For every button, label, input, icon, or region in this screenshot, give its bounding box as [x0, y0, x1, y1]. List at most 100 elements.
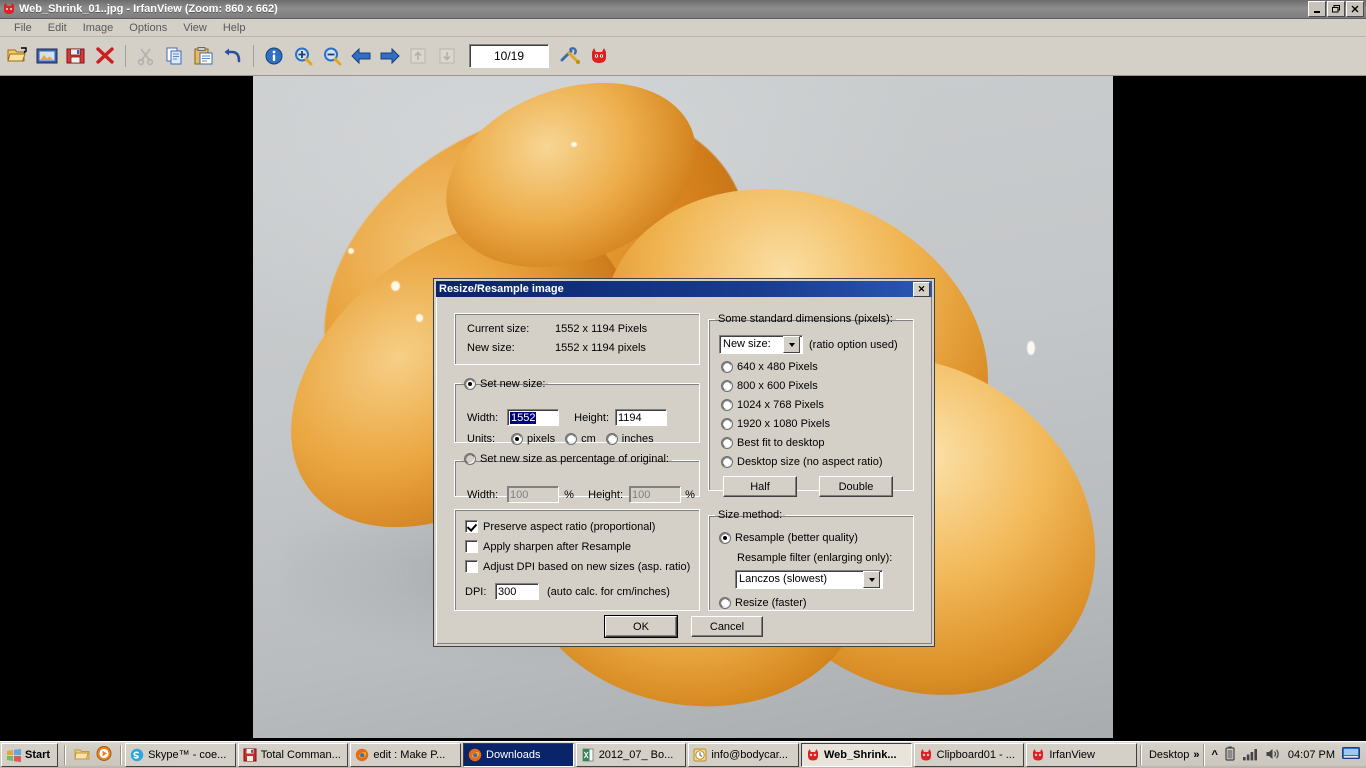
copy-icon[interactable] [161, 42, 189, 70]
paste-icon[interactable] [190, 42, 218, 70]
menu-item-help[interactable]: Help [215, 21, 254, 35]
task-button-info-bodycar[interactable]: info@bodycar... [688, 743, 799, 767]
width-input[interactable]: 1552 [507, 409, 559, 426]
dialog-close-button[interactable]: ✕ [913, 281, 930, 297]
task-button-irfanview[interactable]: IrfanView [1026, 743, 1137, 767]
cancel-button[interactable]: Cancel [691, 616, 763, 637]
set-percentage-legend-wrap: Set new size as percentage of original: [461, 453, 672, 468]
close-button[interactable] [1346, 1, 1364, 17]
set-percentage-radio[interactable] [464, 453, 476, 465]
apply-sharpen-row[interactable]: Apply sharpen after Resample [465, 540, 631, 553]
settings-icon[interactable] [556, 42, 584, 70]
std-1024-radio[interactable] [721, 399, 733, 411]
image-counter[interactable]: 10/19 [469, 44, 549, 68]
menu-item-options[interactable]: Options [121, 21, 175, 35]
delete-icon[interactable] [91, 42, 119, 70]
next-icon[interactable] [376, 42, 404, 70]
chevron-down-icon[interactable] [783, 336, 800, 353]
preserve-aspect-checkbox[interactable] [465, 520, 478, 533]
menu-item-file[interactable]: File [6, 21, 40, 35]
units-pixels-label: pixels [527, 433, 556, 445]
menu-item-view[interactable]: View [175, 21, 215, 35]
image-canvas[interactable]: Resize/Resample image ✕ Current size: 15… [0, 76, 1366, 741]
irfanview-icon[interactable] [585, 42, 613, 70]
task-button-skype[interactable]: Skype™ - coe... [125, 743, 236, 767]
double-button[interactable]: Double [819, 476, 893, 497]
apply-sharpen-checkbox[interactable] [465, 540, 478, 553]
undo-icon[interactable] [219, 42, 247, 70]
standard-size-combo[interactable]: New size: [719, 335, 803, 354]
percent-height-input[interactable]: 100 [629, 486, 681, 503]
task-button-edit-make-p[interactable]: edit : Make P... [350, 743, 462, 767]
adjust-dpi-row[interactable]: Adjust DPI based on new sizes (asp. rati… [465, 560, 690, 573]
dpi-label: DPI: [465, 585, 487, 598]
resample-filter-combo[interactable]: Lanczos (slowest) [735, 570, 883, 589]
std-option-640[interactable]: 640 x 480 Pixels [721, 361, 818, 373]
ok-button[interactable]: OK [605, 616, 677, 637]
resize-row[interactable]: Resize (faster) [719, 597, 807, 609]
chevron-right-icon[interactable]: » [1193, 749, 1199, 761]
preserve-aspect-row[interactable]: Preserve aspect ratio (proportional) [465, 520, 655, 533]
task-button-downloads[interactable]: Downloads [463, 743, 574, 767]
show-desktop-icon[interactable] [74, 747, 90, 764]
show-desktop-icon[interactable] [1342, 747, 1360, 763]
restore-button[interactable] [1327, 1, 1345, 17]
minimize-button[interactable] [1308, 1, 1326, 17]
std-640-radio[interactable] [721, 361, 733, 373]
std-bestfit-radio[interactable] [721, 437, 733, 449]
quick-launch-bar [69, 746, 117, 764]
start-label: Start [25, 749, 51, 761]
save-icon[interactable] [62, 42, 90, 70]
toolbar-separator [125, 45, 126, 67]
zoom-in-icon[interactable] [289, 42, 317, 70]
last-icon[interactable] [434, 42, 462, 70]
std-640-label: 640 x 480 Pixels [737, 361, 818, 373]
menu-item-image[interactable]: Image [75, 21, 122, 35]
cut-icon[interactable] [132, 42, 160, 70]
volume-icon[interactable] [1265, 747, 1281, 764]
std-option-bestfit[interactable]: Best fit to desktop [721, 437, 824, 449]
adjust-dpi-checkbox[interactable] [465, 560, 478, 573]
zoom-out-icon[interactable] [318, 42, 346, 70]
chevron-down-icon[interactable] [863, 571, 880, 588]
desktop-toolbar[interactable]: Desktop » [1145, 749, 1203, 761]
tray-expand-icon[interactable]: ^ [1211, 749, 1217, 761]
resize-radio[interactable] [719, 597, 731, 609]
resample-row[interactable]: Resample (better quality) [719, 532, 858, 544]
task-label: 2012_07_ Bo... [598, 749, 674, 761]
start-button[interactable]: Start [1, 743, 59, 767]
thumbnails-icon[interactable] [33, 42, 61, 70]
units-pixels-radio[interactable] [511, 433, 523, 445]
previous-icon[interactable] [347, 42, 375, 70]
battery-icon[interactable] [1225, 746, 1235, 764]
dpi-row: DPI: 300 (auto calc. for cm/inches) [465, 583, 670, 600]
dpi-input[interactable]: 300 [495, 583, 539, 600]
task-button-clipboard01[interactable]: Clipboard01 - ... [913, 743, 1025, 767]
set-new-size-radio[interactable] [464, 378, 476, 390]
adjust-dpi-label: Adjust DPI based on new sizes (asp. rati… [483, 560, 691, 573]
resample-radio[interactable] [719, 532, 731, 544]
std-option-1920[interactable]: 1920 x 1080 Pixels [721, 418, 830, 430]
std-option-800[interactable]: 800 x 600 Pixels [721, 380, 818, 392]
menu-item-edit[interactable]: Edit [40, 21, 75, 35]
first-icon[interactable] [405, 42, 433, 70]
percent-width-input[interactable]: 100 [507, 486, 559, 503]
open-icon[interactable] [4, 42, 32, 70]
units-cm-radio[interactable] [565, 433, 578, 445]
tray-clock[interactable]: 04:07 PM [1288, 749, 1335, 761]
std-1920-radio[interactable] [721, 418, 733, 430]
std-option-desktop[interactable]: Desktop size (no aspect ratio) [721, 456, 883, 468]
task-button-2012-07-bo[interactable]: 2012_07_ Bo... [575, 743, 687, 767]
std-option-1024[interactable]: 1024 x 768 Pixels [721, 399, 824, 411]
size-method-group: Size method: Resample (better quality) R… [708, 509, 914, 611]
height-input[interactable]: 1194 [615, 409, 667, 426]
units-inches-radio[interactable] [605, 433, 618, 445]
info-icon[interactable] [260, 42, 288, 70]
half-button[interactable]: Half [723, 476, 797, 497]
media-player-icon[interactable] [96, 746, 112, 764]
task-button-total-commander[interactable]: Total Comman... [237, 743, 349, 767]
signal-icon[interactable] [1242, 747, 1258, 764]
std-800-radio[interactable] [721, 380, 733, 392]
std-desktop-radio[interactable] [721, 456, 733, 468]
task-button-web-shrink[interactable]: Web_Shrink... [801, 743, 912, 767]
